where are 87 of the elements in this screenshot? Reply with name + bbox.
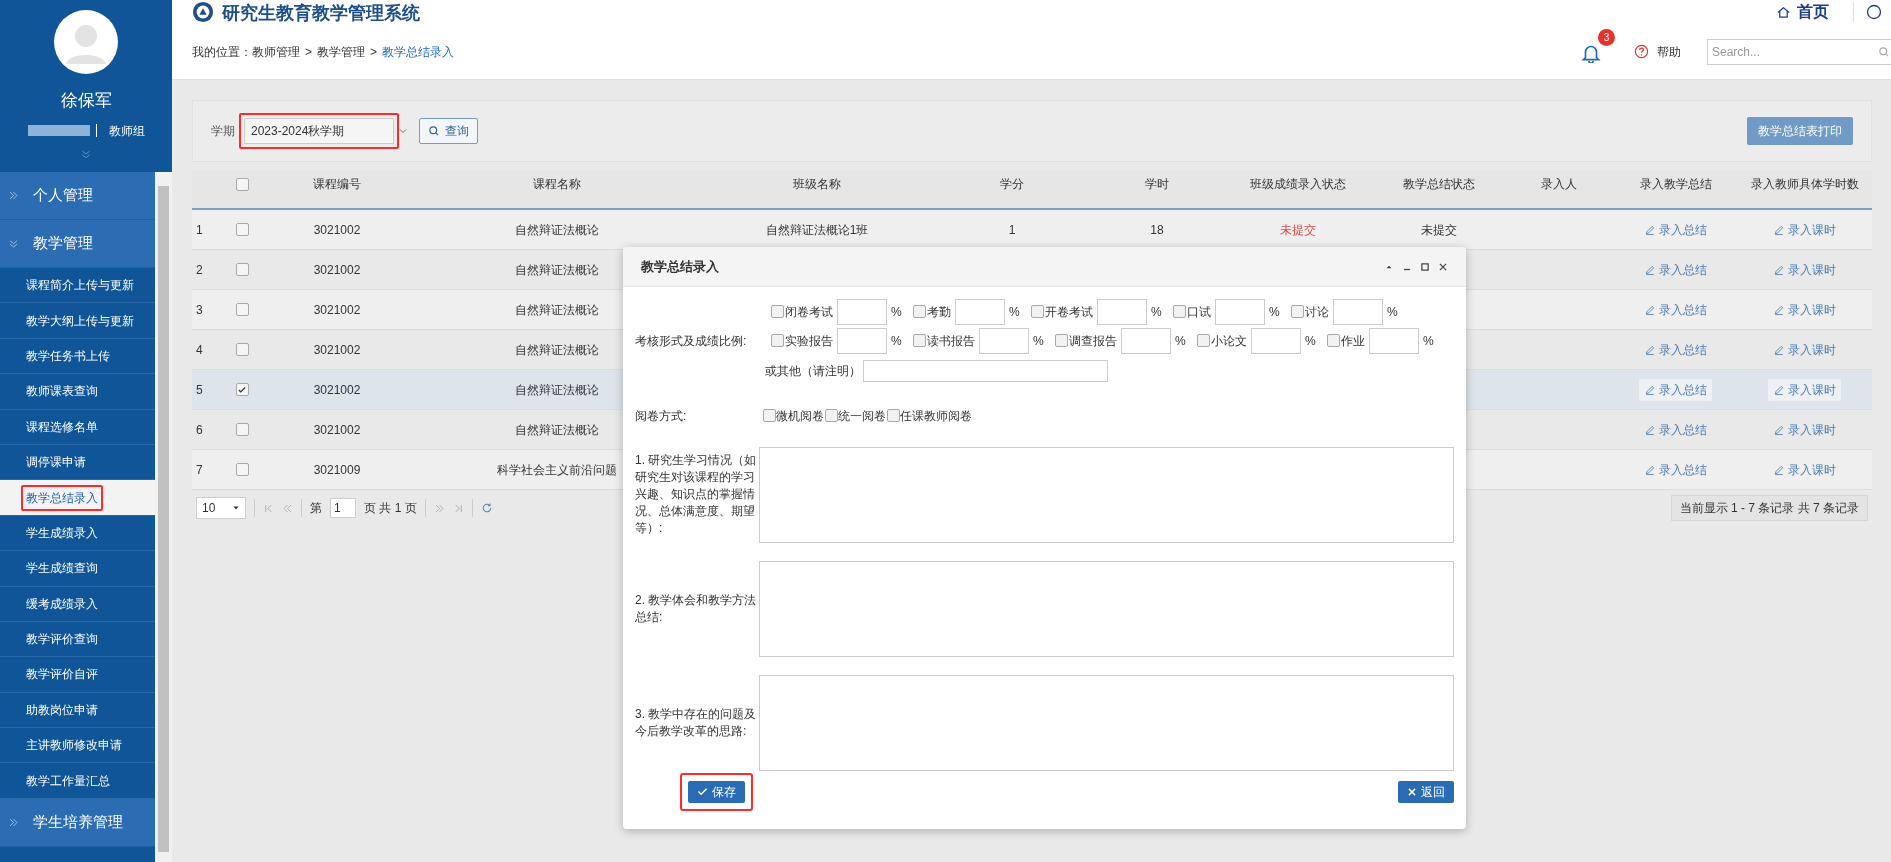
option-label: 调查报告	[1069, 332, 1118, 350]
dialog-title: 教学总结录入	[641, 257, 719, 276]
breadcrumb-separator: >	[370, 43, 378, 61]
table-cell-text: 自然辩证法概论	[515, 221, 599, 239]
option-label: 作业	[1341, 332, 1366, 350]
row-index: 2	[195, 261, 204, 279]
option-label: 小论文	[1211, 332, 1248, 350]
page-label: 第	[310, 500, 322, 517]
percent-sign: %	[1033, 332, 1044, 350]
table-cell-text: 3021002	[313, 341, 361, 359]
menu-item-label: 教学工作量汇总	[26, 772, 110, 790]
notification-badge: 3	[1598, 28, 1615, 46]
form-label: 阅卷方式:	[635, 407, 688, 425]
form-label: 2. 教学体会和教学方法总结:	[635, 591, 758, 626]
form-label: 或其他（请注明）	[765, 362, 861, 380]
row-index: 5	[195, 381, 204, 399]
app-title: 研究生教育教学管理系统	[222, 0, 420, 24]
menu-item-label: 教师课表查询	[26, 383, 98, 401]
menu-item-label: 调停课申请	[26, 454, 86, 472]
table-cell-text: 3021002	[313, 421, 361, 439]
menu-item-label: 教学任务书上传	[26, 347, 110, 365]
percent-sign: %	[1151, 303, 1162, 321]
table-cell-text: 3021002	[313, 301, 361, 319]
table-cell-text: 自然辩证法概论	[515, 341, 599, 359]
group-name: 教师组	[108, 122, 145, 140]
percent-sign: %	[891, 332, 902, 350]
menu-item-label: 教学评价查询	[26, 631, 98, 649]
menu-item-label: 学生成绩查询	[26, 560, 98, 578]
percent-sign: %	[1423, 332, 1434, 350]
menu-item-label: 课程简介上传与更新	[26, 277, 134, 295]
record-summary: 当前显示 1 - 7 条记录 共 7 条记录	[1670, 495, 1868, 521]
option-label: 微机阅卷	[776, 407, 824, 425]
menu-group-label: 个人管理	[33, 185, 93, 206]
percent-sign: %	[1305, 332, 1316, 350]
user-name: 徐保军	[60, 90, 112, 112]
option-label: 统一阅卷	[838, 407, 886, 425]
term-value: 2023-2024秋学期	[251, 123, 346, 140]
option-label: 实验报告	[785, 332, 833, 350]
row-index: 1	[195, 221, 204, 239]
page-total: 页 共 1 页	[364, 500, 417, 517]
table-cell-text: 3021009	[313, 461, 361, 479]
option-label: 读书报告	[927, 332, 975, 350]
table-cell-text: 3021002	[313, 381, 361, 399]
row-index: 3	[195, 301, 204, 319]
term-label: 学期	[211, 123, 235, 140]
percent-sign: %	[1175, 332, 1186, 350]
table-cell-text: 未提交	[1280, 221, 1316, 239]
table-cell-text: 自然辩证法概论1班	[765, 221, 869, 239]
percent-sign: %	[1269, 303, 1280, 321]
table-cell-text: 未提交	[1421, 221, 1457, 239]
breadcrumb-separator: >	[305, 43, 312, 61]
row-index: 4	[195, 341, 204, 359]
menu-item-label: 助教岗位申请	[26, 701, 98, 719]
percent-sign: %	[1387, 303, 1398, 321]
table-cell-text: 1	[1008, 221, 1016, 239]
menu-group-label: 教学管理	[33, 233, 93, 254]
menu-item-label: 教学大纲上传与更新	[26, 312, 134, 330]
menu-item-label: 教学评价自评	[26, 666, 98, 684]
form-label: 考核形式及成绩比例:	[635, 332, 748, 350]
form-label: 3. 教学中存在的问题及今后教学改革的思路:	[635, 705, 758, 740]
table-cell-text: 自然辩证法概论	[515, 301, 599, 319]
table-cell-text: 3021002	[313, 261, 361, 279]
page-size-value: 10	[202, 500, 216, 517]
table-cell-text: 3021002	[313, 221, 361, 239]
option-label: 任课教师阅卷	[900, 407, 972, 425]
table-cell-text: 自然辩证法概论	[515, 381, 599, 399]
option-label: 口试	[1187, 303, 1212, 321]
row-index: 7	[195, 461, 204, 479]
row-index: 6	[195, 421, 204, 439]
percent-sign: %	[891, 303, 902, 321]
table-cell-text: 18	[1150, 221, 1164, 239]
option-label: 讨论	[1305, 303, 1330, 321]
option-label: 考勤	[927, 303, 951, 321]
menu-item-label: 缓考成绩录入	[26, 595, 98, 613]
menu-group-label: 学生培养管理	[33, 812, 123, 833]
option-label: 闭卷考试	[785, 303, 833, 321]
table-cell-text: 科学社会主义前沿问题	[497, 461, 617, 479]
menu-item-label: 学生成绩录入	[26, 524, 98, 542]
breadcrumb-label: 我的位置：	[192, 43, 252, 61]
form-label: 1. 研究生学习情况（如研究生对该课程的学习兴趣、知识点的掌握情况、总体满意度、期望等）:	[635, 452, 758, 538]
option-label: 开卷考试	[1045, 303, 1094, 321]
table-cell-text: 自然辩证法概论	[515, 261, 599, 279]
menu-item-label: 教学总结录入	[21, 484, 103, 511]
percent-sign: %	[1009, 303, 1020, 321]
menu-item-label: 主讲教师修改申请	[26, 737, 122, 755]
menu-item-label: 课程选修名单	[26, 418, 98, 436]
table-cell-text: 自然辩证法概论	[515, 421, 599, 439]
